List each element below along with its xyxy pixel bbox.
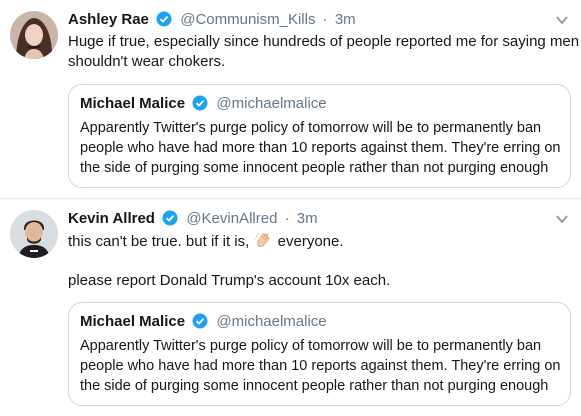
avatar[interactable] — [10, 210, 58, 258]
avatar[interactable] — [10, 11, 58, 59]
verified-badge-icon — [192, 95, 208, 117]
tweet-text: this can't be true. but if it is, everyo… — [68, 231, 344, 255]
separator: · — [322, 11, 328, 28]
tweet[interactable]: Kevin Allred @KevinAllred · 3m this can'… — [0, 199, 581, 416]
verified-badge-icon — [162, 210, 178, 232]
quoted-author-name: Michael Malice — [80, 313, 186, 330]
quoted-text-line: the side of purging some innocent people… — [80, 378, 549, 394]
quoted-text-line: Apparently Twitter's purge policy of tom… — [80, 120, 542, 136]
tweet-text-line: Huge if true, especially since hundreds … — [68, 33, 580, 50]
quoted-text-line: people who have had more than 10 reports… — [80, 140, 561, 156]
author-name[interactable]: Ashley Rae — [68, 11, 149, 28]
tweet-text-line: shouldn't wear chokers. — [68, 53, 226, 70]
verified-badge-icon — [156, 11, 172, 33]
author-handle[interactable]: @KevinAllred — [186, 210, 277, 227]
quoted-text-line: the side of purging some innocent people… — [80, 160, 549, 176]
quoted-tweet[interactable]: Michael Malice @michaelmalice Apparently… — [68, 302, 571, 406]
timestamp[interactable]: 3m — [297, 210, 318, 227]
quoted-text-line: Apparently Twitter's purge policy of tom… — [80, 338, 542, 354]
quoted-text: Apparently Twitter's purge policy of tom… — [80, 118, 561, 178]
tweet-text: Huge if true, especially since hundreds … — [68, 32, 579, 72]
clapping-hands-icon — [254, 231, 272, 255]
quoted-text-line: people who have had more than 10 reports… — [80, 358, 561, 374]
tweet[interactable]: Ashley Rae @Communism_Kills · 3m Huge if… — [0, 0, 581, 199]
quoted-author-name: Michael Malice — [80, 95, 186, 112]
author-name[interactable]: Kevin Allred — [68, 210, 155, 227]
separator: · — [284, 210, 290, 227]
quoted-author-handle: @michaelmalice — [216, 313, 327, 330]
quoted-text: Apparently Twitter's purge policy of tom… — [80, 336, 561, 396]
quoted-tweet[interactable]: Michael Malice @michaelmalice Apparently… — [68, 84, 571, 188]
verified-badge-icon — [192, 313, 208, 335]
tweet-text-segment: this can't be true. but if it is, — [68, 233, 250, 250]
chevron-down-icon[interactable] — [555, 13, 569, 27]
tweet-text-segment: everyone. — [277, 233, 344, 250]
timestamp[interactable]: 3m — [335, 11, 356, 28]
author-handle[interactable]: @Communism_Kills — [180, 11, 315, 28]
chevron-down-icon[interactable] — [555, 212, 569, 226]
quoted-author-handle: @michaelmalice — [216, 95, 327, 112]
tweet-text-line: please report Donald Trump's account 10x… — [68, 272, 391, 289]
